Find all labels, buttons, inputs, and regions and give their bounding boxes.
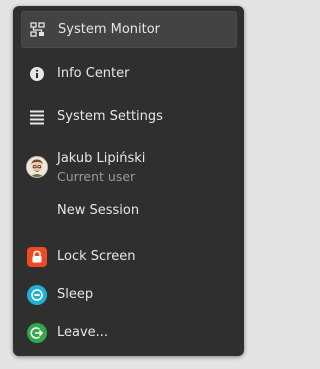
menu-item-system-settings[interactable]: System Settings [21, 98, 237, 135]
menu-item-label: System Settings [57, 109, 163, 124]
lock-screen-button[interactable]: Lock Screen [21, 238, 237, 275]
info-icon [26, 63, 48, 85]
leave-icon [26, 322, 48, 344]
application-menu: System Monitor Info Center System Settin… [13, 6, 244, 356]
new-session-label: New Session [57, 203, 140, 218]
avatar [26, 156, 48, 178]
leave-button[interactable]: Leave... [21, 314, 237, 351]
sleep-icon [26, 284, 48, 306]
sleep-button[interactable]: Sleep [21, 276, 237, 313]
new-session-button[interactable]: New Session [21, 192, 237, 229]
leave-label: Leave... [57, 325, 109, 340]
lock-icon [26, 246, 48, 268]
menu-item-label: Info Center [57, 66, 130, 81]
menu-item-label: System Monitor [58, 22, 161, 37]
user-subtitle: Current user [57, 168, 136, 184]
system-monitor-icon [27, 19, 49, 41]
user-info: Jakub Lipiński Current user [57, 151, 145, 184]
lock-screen-label: Lock Screen [57, 249, 136, 264]
user-entry[interactable]: Jakub Lipiński Current user [21, 146, 237, 188]
settings-list-icon [26, 106, 48, 128]
user-name: Jakub Lipiński [57, 150, 146, 166]
menu-item-info-center[interactable]: Info Center [21, 55, 237, 92]
menu-item-system-monitor[interactable]: System Monitor [21, 11, 237, 48]
sleep-label: Sleep [57, 287, 94, 302]
